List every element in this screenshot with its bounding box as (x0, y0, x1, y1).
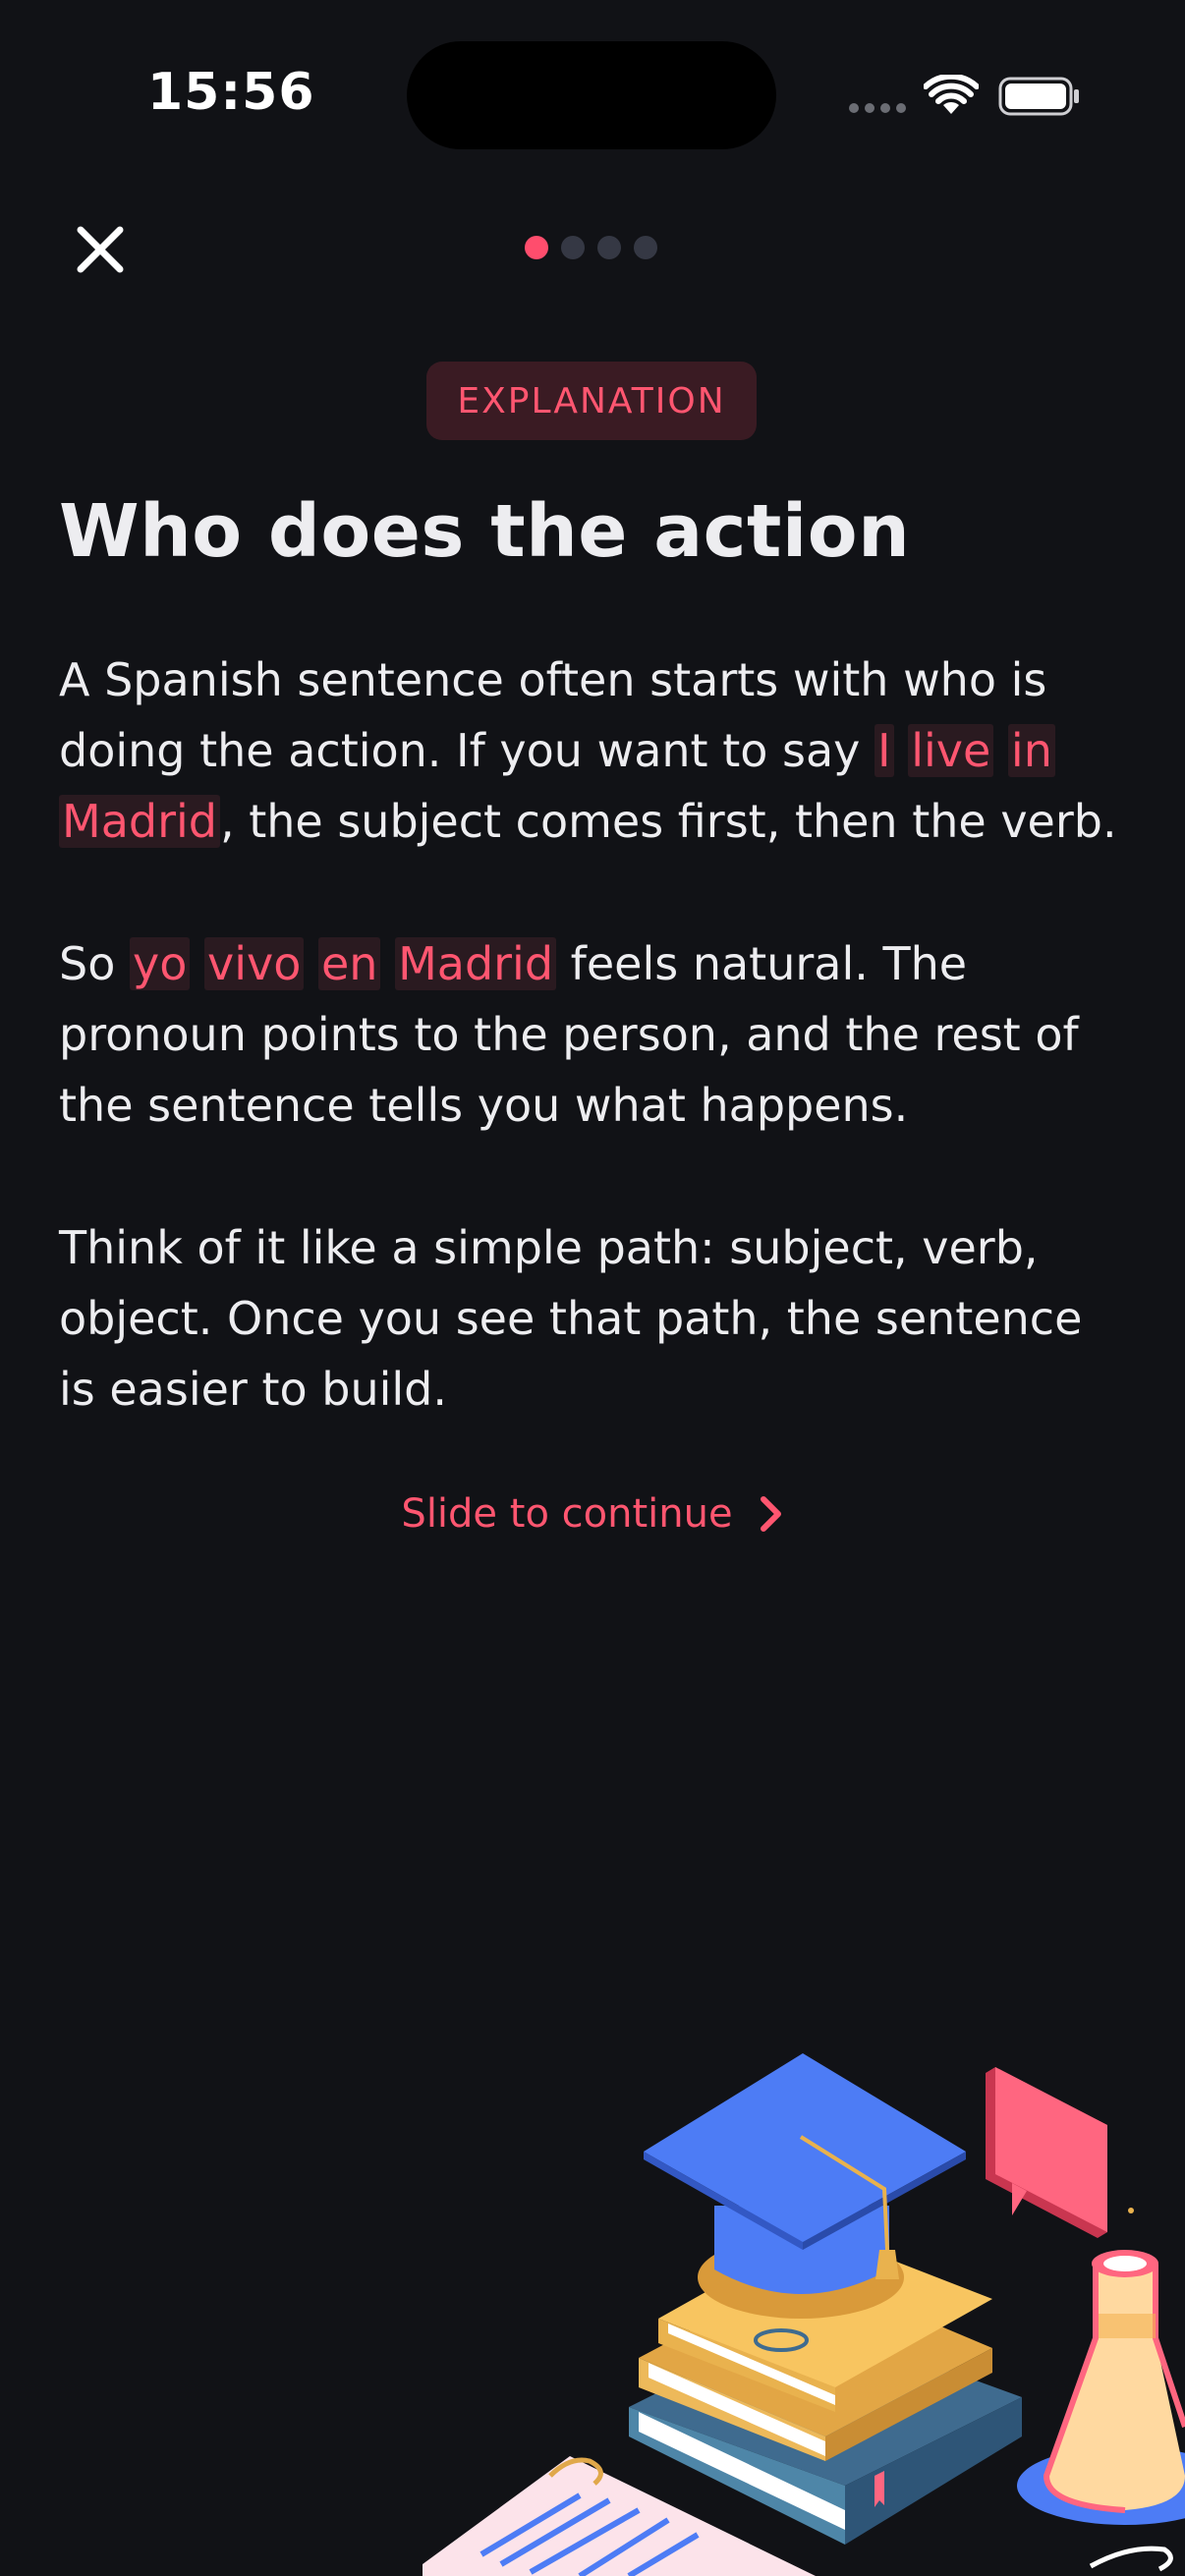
speech-bubble-icon (986, 2067, 1134, 2238)
education-illustration (423, 2053, 1185, 2576)
highlighted-word: in (1007, 724, 1055, 777)
highlighted-word: live (908, 724, 994, 777)
highlighted-word: I (875, 724, 894, 777)
highlighted-word: Madrid (395, 937, 557, 990)
highlighted-word: en (317, 937, 381, 990)
chevron-right-icon (760, 1496, 781, 1532)
wifi-icon (924, 75, 979, 114)
explanation-paragraph: Think of it like a simple path: subject,… (59, 1221, 1083, 1416)
close-button[interactable] (61, 210, 140, 289)
highlighted-word: vivo (203, 937, 305, 990)
page-dot-active (525, 236, 548, 259)
page-dot (597, 236, 621, 259)
cellular-signal-icon (849, 103, 906, 113)
paragraph-text: , the subject comes first, then the verb… (219, 795, 1117, 848)
continue-label: Slide to continue (401, 1491, 733, 1537)
status-bar: 15:56 (0, 0, 1185, 196)
page-dot (634, 236, 657, 259)
paper-clip-icon (1089, 2546, 1173, 2572)
paragraph-text: A Spanish sentence often starts with who… (59, 653, 1047, 777)
explanation-paragraph: A Spanish sentence often starts with who… (59, 644, 1130, 857)
highlighted-word: Madrid (59, 795, 220, 848)
status-time: 15:56 (147, 63, 315, 122)
page-title: Who does the action (59, 489, 911, 574)
close-icon (77, 226, 124, 273)
dynamic-island (407, 41, 776, 149)
page-dot (561, 236, 585, 259)
flask-icon (1017, 2250, 1185, 2525)
section-badge: EXPLANATION (426, 362, 757, 440)
explanation-paragraph: So yo vivo en Madrid feels natural. The … (59, 928, 1130, 1141)
slide-to-continue-button[interactable]: Slide to continue (0, 1491, 1185, 1537)
paragraph-text: So (59, 937, 130, 990)
page-indicator (525, 236, 657, 259)
highlighted-word: yo (129, 937, 191, 990)
battery-icon (998, 77, 1079, 116)
